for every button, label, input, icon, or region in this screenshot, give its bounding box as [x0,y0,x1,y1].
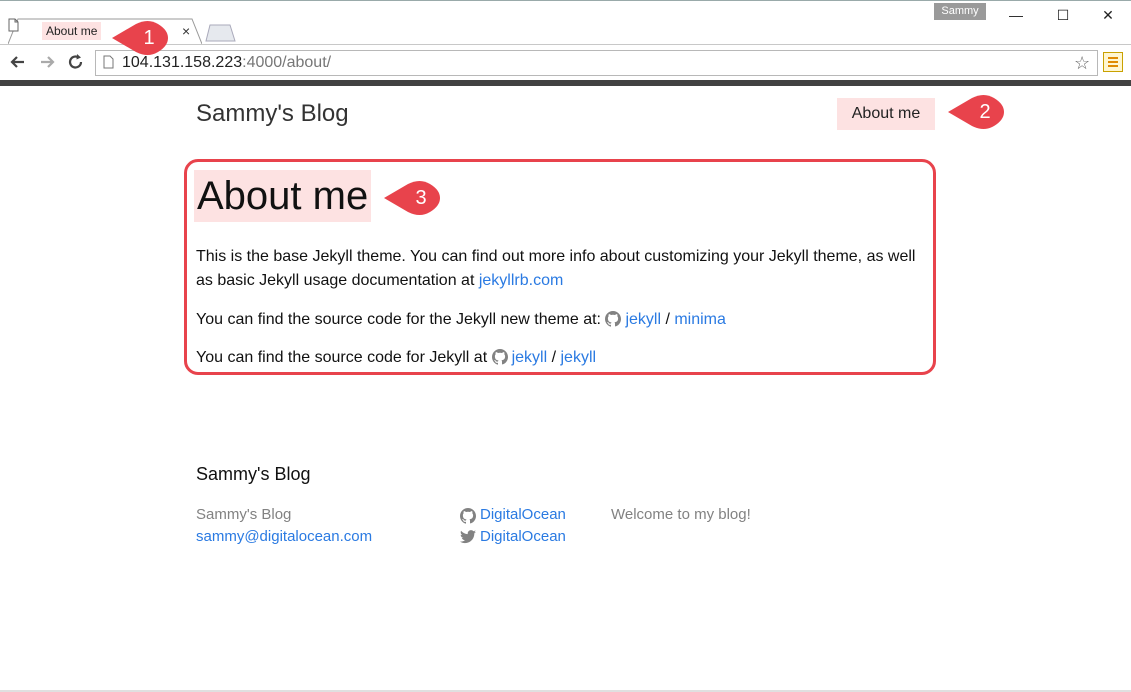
reload-icon[interactable] [66,52,86,72]
callout-number: 3 [415,187,427,209]
github-icon [460,508,476,524]
footer-twitter-link[interactable]: DigitalOcean [480,526,566,548]
content-highlight-box [184,159,936,375]
tab-title: About me [42,22,102,40]
minimize-icon[interactable]: — [1004,6,1028,24]
footer-site-name: Sammy's Blog [196,506,292,523]
footer-description: Welcome to my blog! [611,506,751,523]
chrome-menu-icon[interactable] [1103,52,1123,72]
twitter-icon [460,530,476,544]
footer-github-link[interactable]: DigitalOcean [480,504,566,526]
site-title[interactable]: Sammy's Blog [196,100,349,128]
close-window-icon[interactable]: ✕ [1096,6,1120,24]
forward-arrow-icon[interactable] [37,52,57,72]
back-arrow-icon[interactable] [8,52,28,72]
footer-heading: Sammy's Blog [196,464,311,484]
maximize-icon[interactable]: ☐ [1051,6,1075,24]
new-tab-button[interactable] [204,24,236,42]
star-icon[interactable]: ☆ [1074,52,1090,74]
callout-number: 1 [143,27,155,49]
footer-email-link[interactable]: sammy@digitalocean.com [196,526,372,548]
callout-3: 3 [382,176,444,220]
tab-shape [8,18,202,44]
page-icon [8,18,19,32]
tab-close-icon[interactable]: × [182,22,190,40]
toolbar-divider [0,80,1131,86]
callout-number: 2 [979,101,991,123]
callout-2: 2 [946,90,1008,134]
profile-badge[interactable]: Sammy [934,3,986,20]
callout-1: 1 [110,16,172,60]
browser-tab-about-me[interactable]: About me × [8,18,202,44]
nav-link-about-me[interactable]: About me [837,98,935,130]
